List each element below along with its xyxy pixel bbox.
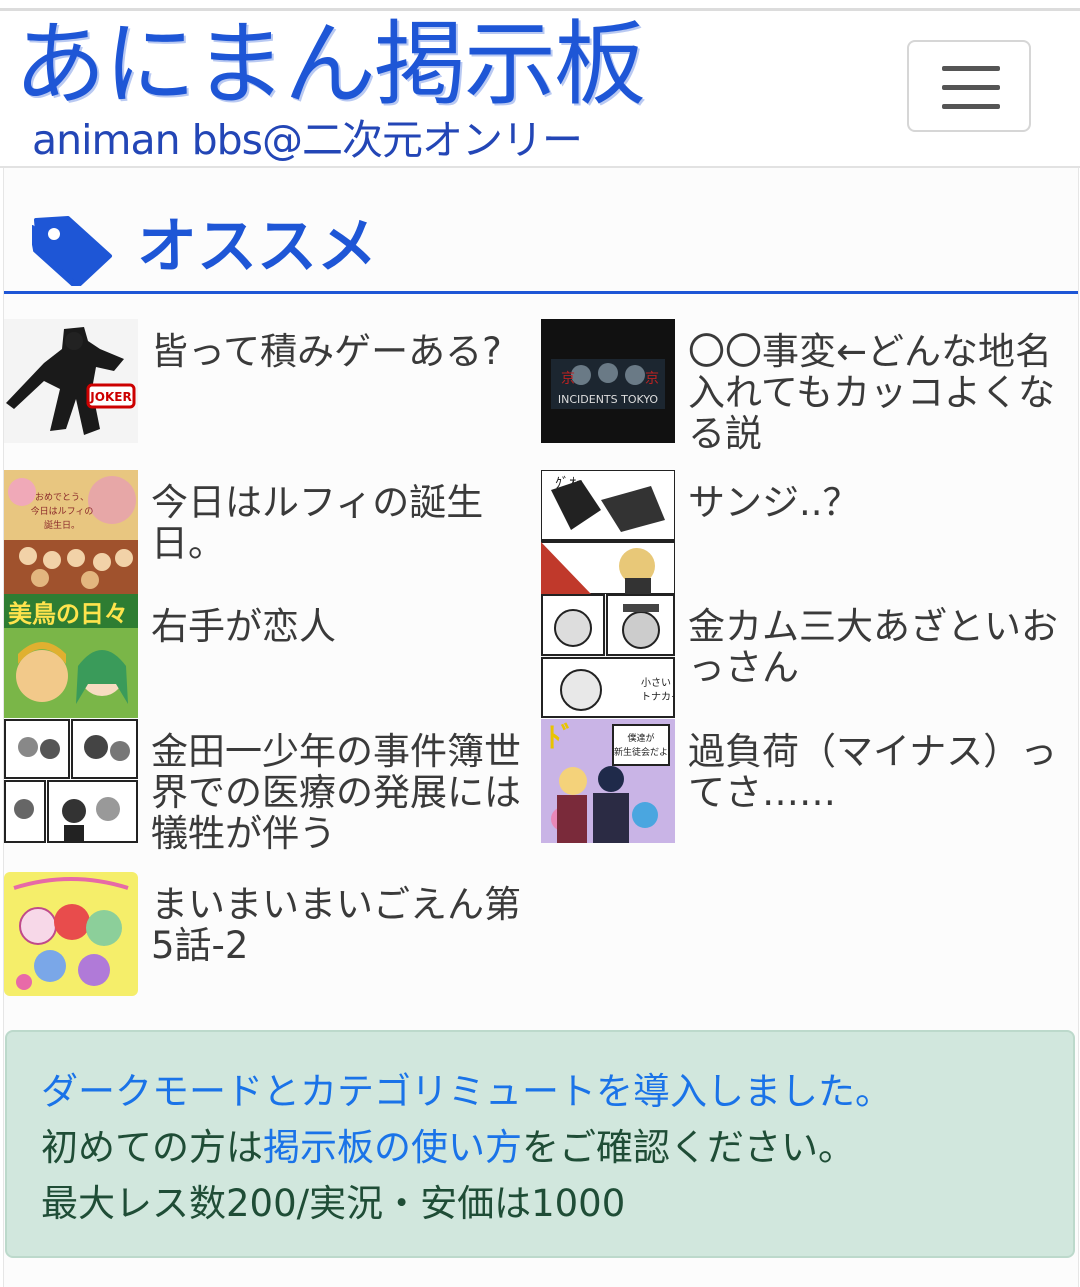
- svg-text:おめでとう、: おめでとう、: [35, 492, 89, 503]
- svg-text:トナカイ: トナカイ: [641, 691, 675, 703]
- svg-text:今日はルフィの: 今日はルフィの: [31, 505, 94, 517]
- list-item[interactable]: おめでとう、 今日はルフィの 誕生日。 今日はルフィの誕生日。: [4, 470, 539, 594]
- svg-text:新生徒会だよ: 新生徒会だよ: [614, 746, 668, 758]
- svg-text:小さい: 小さい: [641, 677, 671, 689]
- site-logo[interactable]: あにまん掲示板: [14, 15, 646, 115]
- item-title[interactable]: サンジ..？: [688, 482, 1073, 523]
- notice-line-2: 初めての方は掲示板の使い方をご確認ください。: [41, 1126, 855, 1170]
- thumbnail-text: INCIDENTS TOKYO: [558, 393, 659, 406]
- luffy-birthday-thumbnail[interactable]: おめでとう、 今日はルフィの 誕生日。: [4, 470, 138, 594]
- joker-character-thumbnail[interactable]: JOKER: [4, 319, 138, 443]
- thumbnail-text: 美鳥の日々: [8, 600, 128, 628]
- how-to-use-link[interactable]: 掲示板の使い方: [263, 1126, 522, 1169]
- item-title[interactable]: 〇〇事変←どんな地名入れてもカッコよくなる説: [688, 331, 1073, 454]
- item-title[interactable]: まいまいまいごえん第5話-2: [151, 884, 536, 966]
- notice-line-3: 最大レス数200/実況・安価は1000: [41, 1182, 626, 1225]
- item-title[interactable]: 右手が恋人: [151, 606, 536, 647]
- item-title[interactable]: 過負荷（マイナス）ってさ……: [688, 731, 1073, 813]
- tag-icon: [32, 216, 112, 286]
- kindaichi-manga-thumbnail[interactable]: [4, 719, 138, 843]
- svg-text:京: 京: [645, 371, 659, 387]
- list-item[interactable]: 小さい トナカイ 金カム三大あざといおっさん: [541, 594, 1076, 718]
- hamburger-menu-icon: [942, 85, 1000, 90]
- site-tagline: animan bbs@二次元オンリー: [32, 116, 583, 164]
- svg-text:僕達が: 僕達が: [627, 732, 654, 744]
- list-item[interactable]: 京 京 INCIDENTS TOKYO 〇〇事変←どんな地名入れてもカッコよくな…: [541, 319, 1076, 454]
- item-title[interactable]: 金田一少年の事件簿世界での医療の発展には犠牲が伴う: [151, 731, 536, 854]
- list-item[interactable]: 美鳥の日々 右手が恋人: [4, 594, 539, 718]
- svg-text:ｸﾞｵｯ: ｸﾞｵｯ: [555, 476, 583, 492]
- notice-text: 初めての方は: [41, 1126, 263, 1169]
- dark-mode-announcement-link[interactable]: ダークモードとカテゴリミュートを導入しました。: [41, 1070, 892, 1113]
- item-title[interactable]: 皆って積みゲーある?: [151, 331, 536, 372]
- item-title[interactable]: 今日はルフィの誕生日。: [151, 482, 536, 564]
- notice-box: ダークモードとカテゴリミュートを導入しました。 初めての方は掲示板の使い方をご確…: [5, 1030, 1075, 1258]
- mitori-no-hibi-thumbnail[interactable]: 美鳥の日々: [4, 594, 138, 718]
- list-item[interactable]: ﾄﾞ 僕達が 新生徒会だよ 過負荷（マイナス）ってさ……: [541, 719, 1076, 843]
- svg-text:ﾄﾞ: ﾄﾞ: [547, 721, 575, 754]
- menu-toggle-button[interactable]: [907, 40, 1031, 132]
- site-header: あにまん掲示板 animan bbs@二次元オンリー: [0, 11, 1080, 168]
- svg-text:JOKER: JOKER: [89, 390, 131, 404]
- list-item[interactable]: JOKER 皆って積みゲーある?: [4, 319, 539, 443]
- section-header: オススメ: [4, 168, 1078, 294]
- hamburger-menu-icon: [942, 104, 1000, 109]
- section-title: オススメ: [137, 212, 377, 282]
- item-title[interactable]: 金カム三大あざといおっさん: [688, 606, 1073, 688]
- maimai-maigoen-thumbnail[interactable]: [4, 872, 138, 996]
- list-item[interactable]: まいまいまいごえん第5話-2: [4, 872, 539, 996]
- list-item[interactable]: ｸﾞｵｯ サンジ..？: [541, 470, 1076, 594]
- svg-text:誕生日。: 誕生日。: [44, 519, 80, 531]
- svg-text:京: 京: [561, 371, 575, 387]
- incidents-tokyo-thumbnail[interactable]: 京 京 INCIDENTS TOKYO: [541, 319, 675, 443]
- golden-kamuy-thumbnail[interactable]: 小さい トナカイ: [541, 594, 675, 718]
- list-item[interactable]: 金田一少年の事件簿世界での医療の発展には犠牲が伴う: [4, 719, 539, 854]
- notice-text: をご確認ください。: [522, 1126, 855, 1169]
- medaka-box-thumbnail[interactable]: ﾄﾞ 僕達が 新生徒会だよ: [541, 719, 675, 843]
- notice-line-1: ダークモードとカテゴリミュートを導入しました。: [41, 1070, 892, 1114]
- hamburger-menu-icon: [942, 66, 1000, 71]
- sanji-manga-thumbnail[interactable]: ｸﾞｵｯ: [541, 470, 675, 594]
